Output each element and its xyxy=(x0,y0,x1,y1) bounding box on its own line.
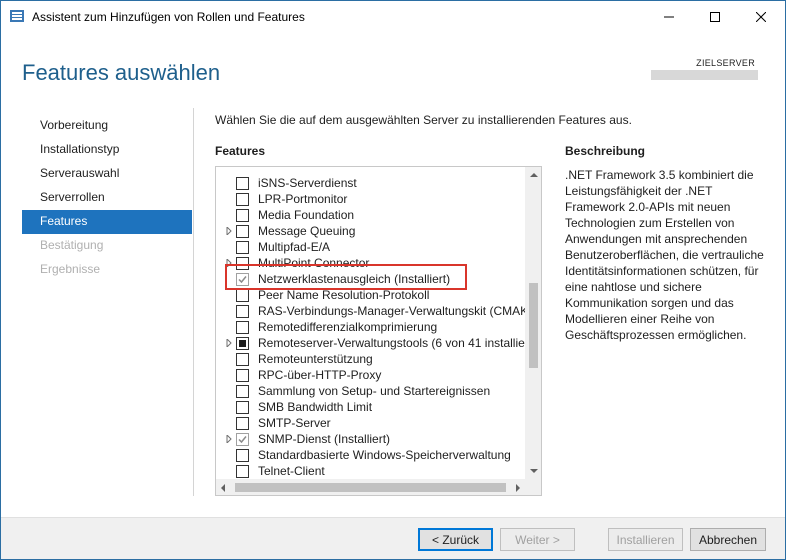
checkbox-unchecked[interactable] xyxy=(236,225,249,238)
checkbox-unchecked[interactable] xyxy=(236,417,249,430)
checkbox-unchecked[interactable] xyxy=(236,353,249,366)
expand-arrow-icon[interactable] xyxy=(225,435,233,443)
maximize-icon xyxy=(710,11,720,22)
wizard-navigation: Vorbereitung Installationstyp Serverausw… xyxy=(22,114,192,282)
minimize-button[interactable] xyxy=(646,1,692,32)
target-server-name-redacted xyxy=(651,70,758,80)
feature-label: iSNS-Serverdienst xyxy=(258,176,357,190)
maximize-button[interactable] xyxy=(692,1,738,32)
feature-label: LPR-Portmonitor xyxy=(258,192,348,206)
checkbox-unchecked[interactable] xyxy=(236,193,249,206)
scroll-corner xyxy=(525,479,541,495)
feature-label: SMTP-Server xyxy=(258,416,331,430)
back-button[interactable]: < Zurück xyxy=(418,528,493,551)
page-title: Features auswählen xyxy=(22,60,221,85)
checkbox-checked-disabled xyxy=(236,433,249,446)
scroll-left-icon[interactable] xyxy=(221,484,225,492)
feature-label: Media Foundation xyxy=(258,208,355,222)
feature-label: RAS-Verbindungs-Manager-Verwaltungskit (… xyxy=(258,304,533,318)
feature-row[interactable]: Media Foundation xyxy=(216,207,526,223)
close-icon xyxy=(756,11,766,22)
description-header: Beschreibung xyxy=(565,144,646,158)
feature-label: Multipfad-E/A xyxy=(258,240,331,254)
feature-row[interactable]: Remoteunterstützung xyxy=(216,351,526,367)
feature-label: Remoteserver-Verwaltungstools (6 von 41 … xyxy=(258,336,537,350)
checkbox-unchecked[interactable] xyxy=(236,369,249,382)
checkbox-unchecked[interactable] xyxy=(236,465,249,478)
features-list: iSNS-Serverdienst LPR-Portmonitor Media Fo… xyxy=(216,175,536,479)
feature-label: Telnet-Client xyxy=(258,464,325,478)
feature-row[interactable]: SMB Bandwidth Limit xyxy=(216,399,526,415)
checkbox-unchecked[interactable] xyxy=(236,385,249,398)
scroll-right-icon[interactable] xyxy=(516,484,520,492)
nav-item-vorbereitung[interactable]: Vorbereitung xyxy=(22,114,192,138)
feature-row[interactable]: iSNS-Serverdienst xyxy=(216,175,526,191)
feature-row[interactable]: Telnet-Client xyxy=(216,463,526,479)
close-button[interactable] xyxy=(738,1,784,32)
vertical-scroll-thumb[interactable] xyxy=(529,283,538,368)
nav-item-features[interactable]: Features xyxy=(22,210,192,234)
feature-row[interactable]: LPR-Portmonitor xyxy=(216,191,526,207)
checkbox-partial[interactable] xyxy=(236,337,249,350)
feature-row[interactable]: Message Queuing xyxy=(216,223,526,239)
checkbox-unchecked[interactable] xyxy=(236,305,249,318)
feature-row[interactable]: Remotedifferenzialkomprimierung xyxy=(216,319,526,335)
nav-item-bestaetigung: Bestätigung xyxy=(40,238,104,252)
feature-row[interactable]: Sammlung von Setup- und Startereignissen xyxy=(216,383,526,399)
nav-item-installationstyp[interactable]: Installationstyp xyxy=(22,138,192,162)
checkbox-unchecked[interactable] xyxy=(236,209,249,222)
horizontal-scrollbar[interactable] xyxy=(216,479,525,495)
cancel-button[interactable]: Abbrechen xyxy=(690,528,766,551)
vertical-scrollbar[interactable] xyxy=(525,167,541,479)
horizontal-scroll-thumb[interactable] xyxy=(235,483,506,492)
nav-divider xyxy=(193,108,194,496)
title-bar: Assistent zum Hinzufügen von Rollen und … xyxy=(1,1,785,32)
nav-item-serverauswahl[interactable]: Serverauswahl xyxy=(22,162,192,186)
install-button[interactable]: Installieren xyxy=(608,528,683,551)
expand-arrow-icon[interactable] xyxy=(225,227,233,235)
checkbox-unchecked[interactable] xyxy=(236,321,249,334)
expand-arrow-icon[interactable] xyxy=(225,339,233,347)
next-button[interactable]: Weiter > xyxy=(500,528,575,551)
feature-label: Remotedifferenzialkomprimierung xyxy=(258,320,438,334)
feature-label: Message Queuing xyxy=(258,224,356,238)
nav-item-ergebnisse: Ergebnisse xyxy=(40,262,101,276)
feature-label: Standardbasierte Windows-Speicherverwalt… xyxy=(258,448,511,462)
footer-bar: < Zurück Weiter > Installieren Abbrechen xyxy=(1,517,785,559)
wizard-window: Assistent zum Hinzufügen von Rollen und … xyxy=(0,0,786,560)
intro-text: Wählen Sie die auf dem ausgewählten Serv… xyxy=(215,113,632,127)
highlight-annotation xyxy=(225,264,467,290)
description-text: .NET Framework 3.5 kombiniert die Leistu… xyxy=(565,168,764,342)
feature-row[interactable]: RPC-über-HTTP-Proxy xyxy=(216,367,526,383)
checkmark-icon xyxy=(238,436,247,444)
minimize-icon xyxy=(664,16,674,17)
feature-label: RPC-über-HTTP-Proxy xyxy=(258,368,382,382)
feature-label: Remoteunterstützung xyxy=(258,352,373,366)
scroll-up-icon[interactable] xyxy=(530,173,538,177)
checkbox-unchecked[interactable] xyxy=(236,289,249,302)
checkbox-unchecked[interactable] xyxy=(236,401,249,414)
checkbox-unchecked[interactable] xyxy=(236,449,249,462)
features-tree[interactable]: iSNS-Serverdienst LPR-Portmonitor Media Fo… xyxy=(215,166,542,496)
feature-row[interactable]: RAS-Verbindungs-Manager-Verwaltungskit (… xyxy=(216,303,532,319)
feature-row[interactable]: SNMP-Dienst (Installiert) xyxy=(216,431,526,447)
checkbox-unchecked[interactable] xyxy=(236,241,249,254)
feature-row[interactable]: Multipfad-E/A xyxy=(216,239,526,255)
features-header: Features xyxy=(215,144,266,158)
feature-row[interactable]: Remoteserver-Verwaltungstools (6 von 41 … xyxy=(216,335,536,351)
checkbox-unchecked[interactable] xyxy=(236,177,249,190)
feature-row[interactable]: SMTP-Server xyxy=(216,415,526,431)
nav-item-serverrollen[interactable]: Serverrollen xyxy=(22,186,192,210)
scroll-down-icon[interactable] xyxy=(530,469,538,473)
feature-row[interactable]: Standardbasierte Windows-Speicherverwalt… xyxy=(216,447,526,463)
server-manager-icon xyxy=(10,10,24,22)
feature-label: SMB Bandwidth Limit xyxy=(258,400,373,414)
target-server-label: ZIELSERVER xyxy=(696,58,755,68)
feature-label: SNMP-Dienst (Installiert) xyxy=(258,432,391,446)
feature-label: Sammlung von Setup- und Startereignissen xyxy=(258,384,491,398)
window-title: Assistent zum Hinzufügen von Rollen und … xyxy=(32,10,305,24)
